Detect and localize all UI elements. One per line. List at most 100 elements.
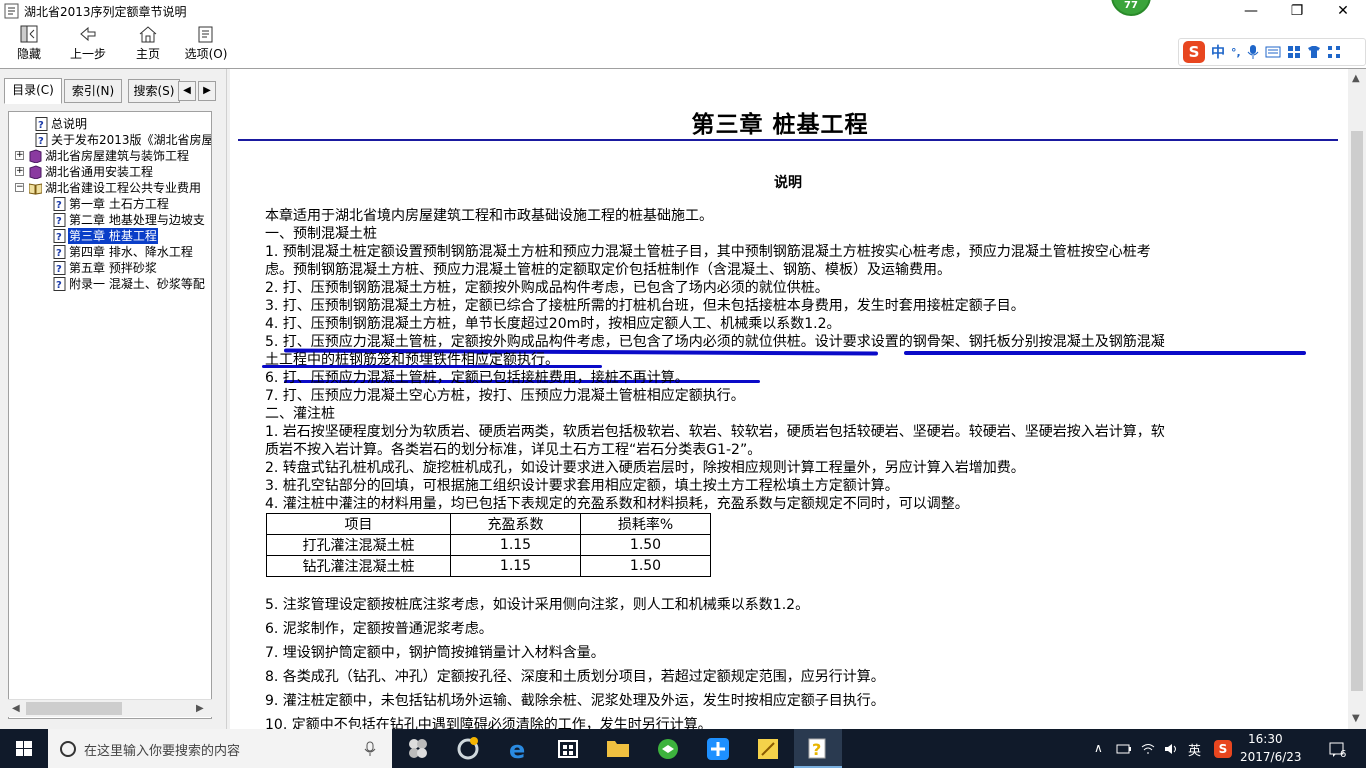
scroll-right-arrow-icon[interactable]: ▶ xyxy=(196,703,204,714)
hide-button[interactable]: 隐藏 xyxy=(6,24,52,66)
file-explorer-app[interactable] xyxy=(594,729,642,768)
input-language-indicator[interactable]: 英 xyxy=(1188,740,1201,759)
closed-book-icon xyxy=(29,165,42,179)
navigation-pane: 目录(C) 索引(N) 搜索(S) ◀ ▶ ? 总说明? 关于发布2013版《湖北省… xyxy=(0,69,226,729)
ime-language-toggle[interactable]: 中 xyxy=(1211,42,1225,62)
sogou-tray-icon[interactable]: S xyxy=(1214,740,1232,758)
tree-item[interactable]: + 湖北省房屋建筑与装饰工程 xyxy=(9,148,209,164)
tree-item[interactable]: ? 关于发布2013版《湖北省房屋 xyxy=(9,132,211,148)
scroll-thumb[interactable] xyxy=(1351,131,1363,691)
show-hidden-icons-icon[interactable]: ∧ xyxy=(1094,741,1103,755)
back-button[interactable]: 上一步 xyxy=(64,24,112,66)
paragraph-line: 9. 灌注桩定额中，未包括钻机场外运输、截除余桩、泥浆处理及外运，发生时按相应定… xyxy=(265,693,885,709)
clock-date[interactable]: 2017/6/23 xyxy=(1240,750,1302,764)
microphone-icon[interactable] xyxy=(1247,44,1259,60)
paragraph-line: 1. 预制混凝土桩定额设置预制钢筋混凝土方桩和预应力混凝土管桩子目，其中预制钢筋… xyxy=(265,244,1151,260)
store-bag-icon xyxy=(558,740,578,758)
tree-item[interactable]: ? 第三章 桩基工程 xyxy=(9,228,209,244)
collapse-icon[interactable]: − xyxy=(15,183,24,192)
hide-icon xyxy=(20,25,38,43)
options-button[interactable]: 选项(O) xyxy=(182,24,230,66)
options-icon xyxy=(198,26,213,43)
start-button[interactable] xyxy=(0,729,48,768)
tab-scroll-right-button[interactable]: ▶ xyxy=(198,81,216,101)
browser-360-icon xyxy=(658,739,678,759)
content-vertical-scrollbar[interactable]: ▲ ▼ xyxy=(1348,69,1366,729)
tree-item[interactable]: ? 第一章 土石方工程 xyxy=(9,196,209,212)
sogou-logo-icon[interactable]: S xyxy=(1183,41,1205,63)
dingtalk-app[interactable] xyxy=(694,729,742,768)
tree-item[interactable]: ? 总说明 xyxy=(9,116,209,132)
tree-item-label: 第四章 排水、降水工程 xyxy=(69,245,193,259)
tree-item[interactable]: ? 第五章 预拌砂浆 xyxy=(9,260,209,276)
tree-horizontal-scrollbar[interactable]: ◀ ▶ xyxy=(8,699,212,717)
scroll-left-arrow-icon[interactable]: ◀ xyxy=(12,703,20,714)
expand-icon[interactable]: + xyxy=(15,151,24,160)
back-label: 上一步 xyxy=(69,47,106,61)
tab-contents[interactable]: 目录(C) xyxy=(4,78,62,104)
closed-book-icon xyxy=(29,149,42,163)
notepad-icon xyxy=(758,739,778,759)
plus-app-icon xyxy=(707,738,729,760)
title-rule xyxy=(238,139,1338,141)
chrome-app[interactable] xyxy=(444,729,492,768)
tree-item[interactable]: ? 第二章 地基处理与边坡支 xyxy=(9,212,209,228)
menu-grid-icon[interactable] xyxy=(1327,45,1341,59)
keyboard-icon[interactable] xyxy=(1265,46,1281,58)
tree-item[interactable]: + 湖北省通用安装工程 xyxy=(9,164,209,180)
help-page-icon: ? xyxy=(53,245,66,259)
svg-text:?: ? xyxy=(56,264,62,275)
paragraph-line: 7. 埋设钢护筒定额中，钢护筒按摊销量计入材料含量。 xyxy=(265,645,605,661)
edge-app[interactable]: e xyxy=(494,729,542,768)
paragraph-line: 4. 打、压预制钢筋混凝土方桩，单节长度超过20m时，按相应定额人工、机械乘以系… xyxy=(265,316,841,332)
tree-item-label: 湖北省建设工程公共专业费用 xyxy=(45,181,202,195)
svg-text:?: ? xyxy=(56,200,62,211)
table-cell: 打孔灌注混凝土桩 xyxy=(266,534,451,556)
content-pane: 第三章 桩基工程 说明 项目 充盈系数 损耗率% 打孔灌注混凝土桩 1.15 1… xyxy=(230,69,1348,729)
browser-swirl-icon xyxy=(457,737,479,760)
expand-icon[interactable]: + xyxy=(15,167,24,176)
microphone-icon[interactable] xyxy=(364,741,376,757)
toolbox-icon[interactable] xyxy=(1287,45,1301,59)
table-row: 打孔灌注混凝土桩 1.15 1.50 xyxy=(266,534,711,556)
tree-item-label: 湖北省通用安装工程 xyxy=(45,165,154,179)
scroll-thumb[interactable] xyxy=(26,702,122,715)
paragraph-line: 10. 定额中不包括在钻孔中遇到障碍必须清除的工作，发生时另行计算。 xyxy=(265,717,712,729)
scroll-down-arrow-icon[interactable]: ▼ xyxy=(1352,713,1360,724)
section-subtitle: 说明 xyxy=(774,175,802,191)
help-viewer-app[interactable]: ? xyxy=(794,729,842,768)
scroll-up-arrow-icon[interactable]: ▲ xyxy=(1352,73,1360,84)
tree-item-label: 第二章 地基处理与边坡支 xyxy=(69,213,205,227)
tab-index[interactable]: 索引(N) xyxy=(64,79,122,103)
tab-search[interactable]: 搜索(S) xyxy=(128,79,180,103)
ime-toolbar[interactable]: S 中 °, xyxy=(1178,38,1366,66)
contents-tree[interactable]: ? 总说明? 关于发布2013版《湖北省房屋 + 湖北省房屋建筑与装饰工程 + 湖北省通用安… xyxy=(8,111,212,719)
ime-punctuation-toggle[interactable]: °, xyxy=(1231,46,1241,59)
skin-shirt-icon[interactable] xyxy=(1307,45,1321,59)
home-button[interactable]: 主页 xyxy=(128,24,168,66)
close-button[interactable]: ✕ xyxy=(1320,0,1366,22)
task-view-app[interactable] xyxy=(394,729,442,768)
tab-scroll-left-button[interactable]: ◀ xyxy=(178,81,196,101)
browser-360-app[interactable] xyxy=(644,729,692,768)
performance-badge[interactable]: 77 xyxy=(1111,0,1151,16)
task-view-icon xyxy=(409,739,427,758)
title-bar: 湖北省2013序列定额章节说明 77 — ❐ ✕ xyxy=(0,0,1366,22)
table-cell: 1.50 xyxy=(580,555,711,577)
maximize-button[interactable]: ❐ xyxy=(1274,0,1320,22)
notes-app[interactable] xyxy=(744,729,792,768)
battery-icon[interactable] xyxy=(1116,742,1132,756)
clock-time[interactable]: 16:30 xyxy=(1248,732,1283,746)
tree-item[interactable]: − 湖北省建设工程公共专业费用 xyxy=(9,180,209,196)
tree-item[interactable]: ? 附录一 混凝土、砂浆等配 xyxy=(9,276,209,292)
paragraph-line: 2. 打、压预制钢筋混凝土方桩，定额按外购成品构件考虑，已包含了场内必须的就位供… xyxy=(265,280,829,296)
tree-item-label: 第三章 桩基工程 xyxy=(68,228,158,244)
tree-item[interactable]: ? 第四章 排水、降水工程 xyxy=(9,244,209,260)
minimize-button[interactable]: — xyxy=(1228,0,1274,22)
store-app[interactable] xyxy=(544,729,592,768)
taskbar-search-box[interactable]: 在这里输入你要搜索的内容 xyxy=(48,729,392,768)
edge-icon: e xyxy=(509,736,525,764)
wifi-icon[interactable] xyxy=(1140,742,1156,756)
open-book-icon xyxy=(29,183,42,195)
volume-icon[interactable] xyxy=(1164,742,1180,756)
